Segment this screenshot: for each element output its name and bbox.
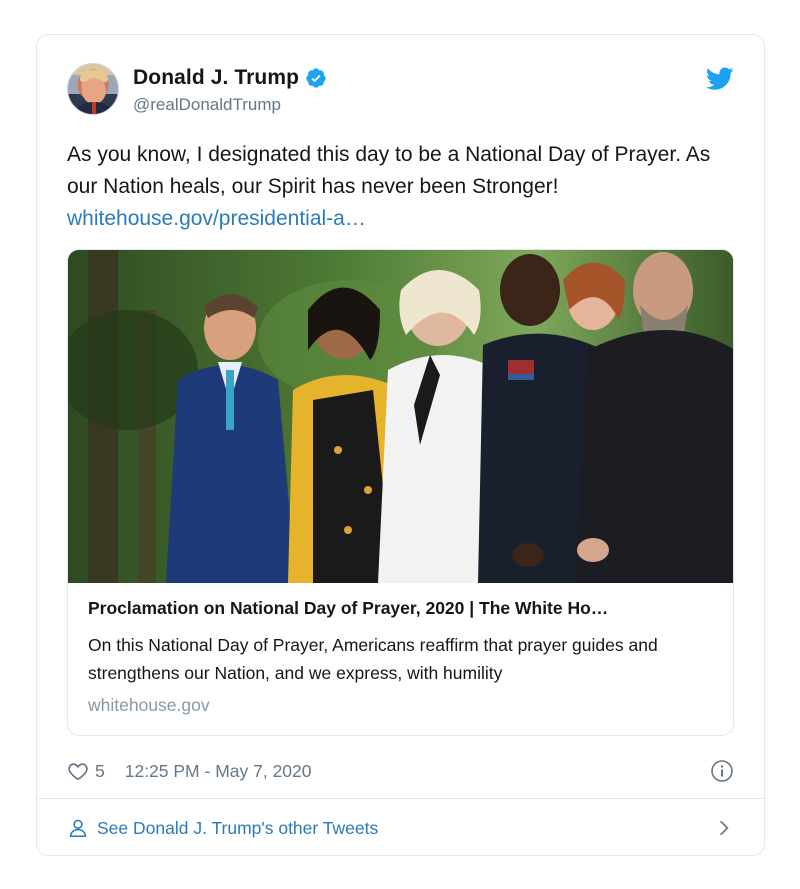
link-preview-image bbox=[68, 250, 733, 583]
twitter-bird-icon[interactable] bbox=[706, 67, 734, 91]
tweet-text: As you know, I designated this day to be… bbox=[67, 139, 737, 235]
author-display-name[interactable]: Donald J. Trump bbox=[133, 66, 299, 90]
tweet-card: Donald J. Trump @realDonaldTrump As you … bbox=[36, 34, 765, 856]
info-icon[interactable] bbox=[710, 759, 734, 783]
footer-divider bbox=[37, 798, 764, 799]
person-icon bbox=[69, 819, 87, 838]
author-handle[interactable]: @realDonaldTrump bbox=[133, 95, 281, 115]
link-preview-body: Proclamation on National Day of Prayer, … bbox=[88, 598, 715, 716]
link-preview-domain: whitehouse.gov bbox=[88, 695, 210, 715]
link-preview-title: Proclamation on National Day of Prayer, … bbox=[88, 598, 609, 618]
avatar[interactable] bbox=[67, 63, 119, 115]
tweet-link[interactable]: whitehouse.gov/presidential-a… bbox=[67, 203, 737, 235]
author-name-row: Donald J. Trump bbox=[133, 66, 327, 90]
like-count: 5 bbox=[95, 760, 105, 781]
link-preview-description: On this National Day of Prayer, American… bbox=[88, 635, 658, 683]
tweet-body: As you know, I designated this day to be… bbox=[67, 143, 711, 198]
link-preview-card[interactable]: Proclamation on National Day of Prayer, … bbox=[67, 249, 734, 736]
verified-badge-icon bbox=[305, 67, 327, 89]
see-other-tweets-button[interactable]: See Donald J. Trump's other Tweets bbox=[67, 811, 734, 845]
timestamp[interactable]: 12:25 PM - May 7, 2020 bbox=[125, 761, 312, 782]
heart-icon[interactable] bbox=[67, 760, 89, 782]
tweet-header: Donald J. Trump @realDonaldTrump bbox=[67, 63, 734, 119]
see-other-tweets-label: See Donald J. Trump's other Tweets bbox=[97, 817, 379, 838]
tweet-meta: 5 12:25 PM - May 7, 2020 bbox=[67, 757, 734, 785]
chevron-right-icon bbox=[720, 820, 729, 836]
